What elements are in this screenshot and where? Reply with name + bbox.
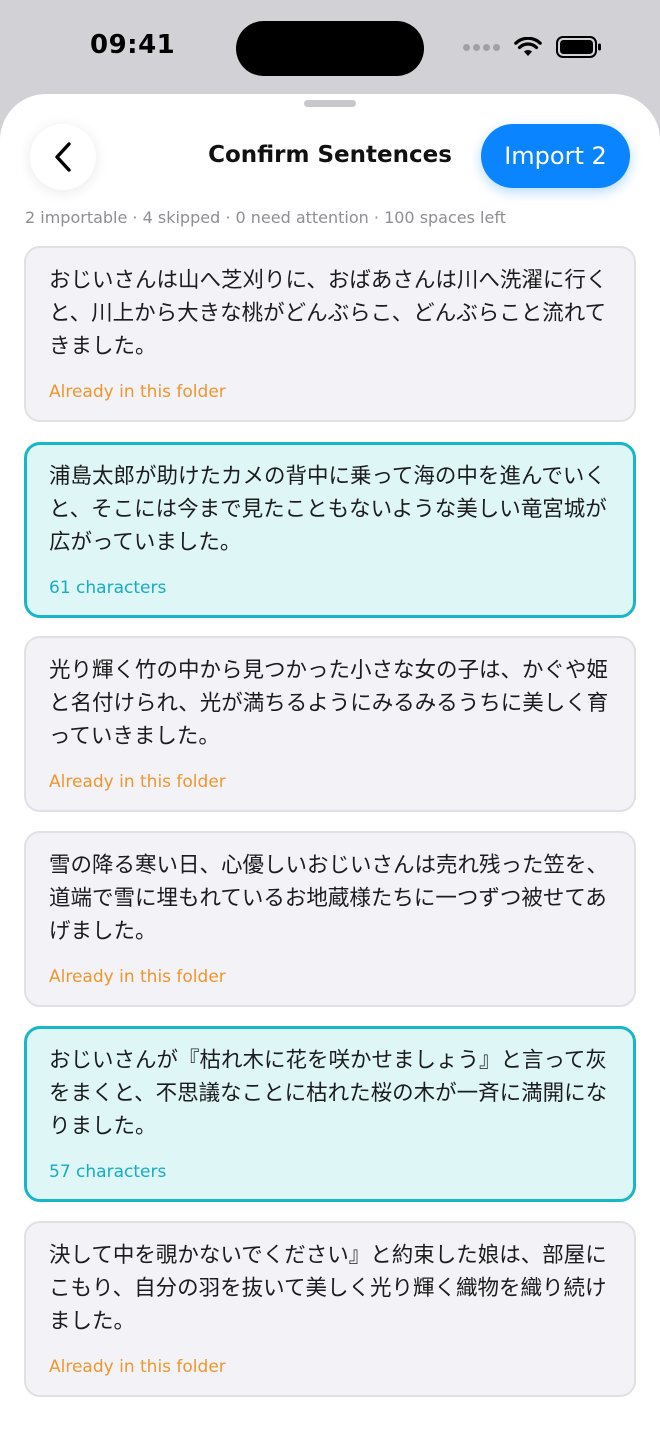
sentence-text: おじいさんが『枯れ木に花を咲かせましょう』と言って灰をまくと、不思議なことに枯れ… — [49, 1048, 608, 1139]
sentence-card-3[interactable]: 光り輝く竹の中から見つかった小さな女の子は、かぐや姫と名付けられ、光が満ちるよう… — [24, 636, 636, 812]
status-icons — [463, 36, 602, 58]
sentence-card-1[interactable]: おじいさんは山へ芝刈りに、おばあさんは川へ洗濯に行くと、川上から大きな桃がどんぶ… — [24, 246, 636, 422]
dynamic-island — [236, 21, 424, 76]
status-time: 09:41 — [90, 30, 176, 60]
sentence-card-2[interactable]: 浦島太郎が助けたカメの背中に乗って海の中を進んでいくと、そこには今まで見たことも… — [24, 442, 636, 618]
cellular-signal-icon — [463, 43, 500, 51]
sentence-status: Already in this folder — [49, 772, 226, 792]
sentence-text: 雪の降る寒い日、心優しいおじいさんは売れ残った笠を、道端で雪に埋もれているお地蔵… — [49, 853, 609, 944]
sentence-card-6[interactable]: 決して中を覗かないでください』と約束した娘は、部屋にこもり、自分の羽を抜いて美し… — [24, 1221, 636, 1397]
sentence-card-5[interactable]: おじいさんが『枯れ木に花を咲かせましょう』と言って灰をまくと、不思議なことに枯れ… — [24, 1026, 636, 1202]
sentence-text: おじいさんは山へ芝刈りに、おばあさんは川へ洗濯に行くと、川上から大きな桃がどんぶ… — [49, 268, 608, 359]
wifi-icon — [514, 37, 542, 56]
import-sheet: Confirm Sentences Import 2 2 importable … — [0, 94, 660, 1434]
sentence-text: 光り輝く竹の中から見つかった小さな女の子は、かぐや姫と名付けられ、光が満ちるよう… — [49, 658, 609, 749]
sentence-status: Already in this folder — [49, 1357, 226, 1377]
sentence-status: 57 characters — [49, 1162, 167, 1182]
sentence-status: Already in this folder — [49, 967, 226, 987]
sentence-text: 決して中を覗かないでください』と約束した娘は、部屋にこもり、自分の羽を抜いて美し… — [49, 1243, 607, 1334]
sentence-status: 61 characters — [49, 578, 167, 598]
import-button[interactable]: Import 2 — [481, 124, 630, 188]
sheet-grabber[interactable] — [304, 100, 356, 107]
sentence-text: 浦島太郎が助けたカメの背中に乗って海の中を進んでいくと、そこには今まで見たことも… — [49, 464, 607, 555]
sentence-card-4[interactable]: 雪の降る寒い日、心優しいおじいさんは売れ残った笠を、道端で雪に埋もれているお地蔵… — [24, 831, 636, 1007]
sentence-status: Already in this folder — [49, 382, 226, 402]
import-summary: 2 importable · 4 skipped · 0 need attent… — [25, 208, 506, 227]
status-bar: 09:41 — [0, 0, 660, 94]
battery-icon — [556, 36, 601, 58]
